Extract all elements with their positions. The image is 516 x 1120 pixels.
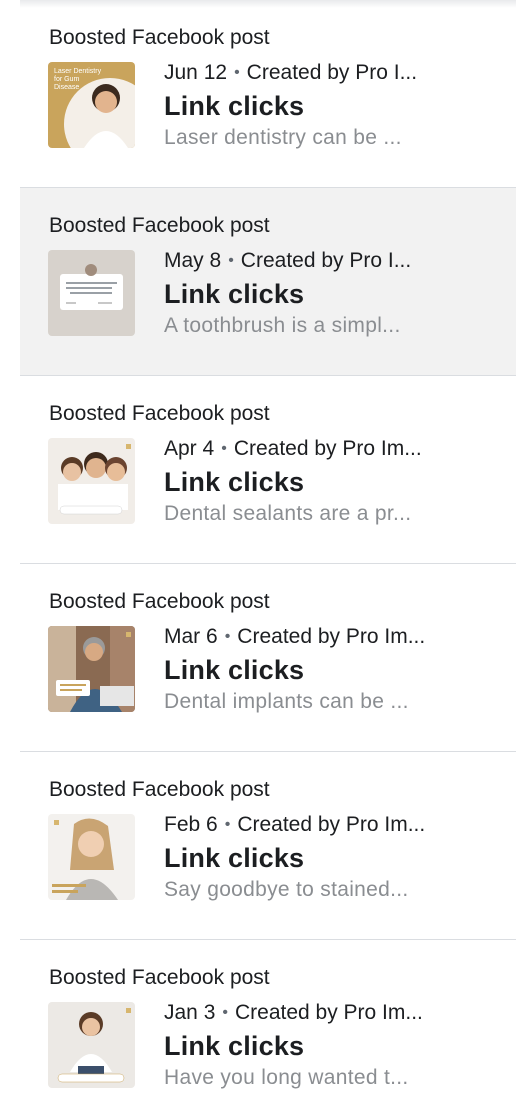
post-meta: Feb 6 • Created by Pro Im... [164, 813, 494, 837]
post-list-item[interactable]: Boosted Facebook post Feb 6 • Created by P… [20, 752, 516, 940]
post-creator: Created by Pro Im... [234, 1001, 423, 1024]
post-objective: Link clicks [164, 279, 305, 309]
post-thumbnail[interactable] [48, 438, 135, 524]
post-preview-text: Dental sealants are a pr... [164, 502, 412, 525]
post-thumbnail[interactable] [48, 250, 135, 336]
post-date: Jan 3 [164, 1001, 216, 1024]
post-type-label: Boosted Facebook post [49, 778, 270, 801]
post-list-item[interactable]: Boosted Facebook post Laser Dentistry fo… [20, 0, 516, 188]
post-preview-text: Dental implants can be ... [164, 690, 409, 713]
thumbnail-caption: Laser Dentistry for Gum Disease [54, 68, 102, 91]
post-list: Boosted Facebook post Laser Dentistry fo… [0, 0, 516, 1120]
separator-dot: • [234, 64, 240, 81]
post-list-item[interactable]: Boosted Facebook post Jan 3 • Created by P… [20, 940, 516, 1120]
post-thumbnail[interactable] [48, 626, 135, 712]
post-date: Mar 6 [164, 625, 218, 648]
post-type-label: Boosted Facebook post [49, 214, 270, 237]
post-objective: Link clicks [164, 1031, 305, 1061]
post-list-item[interactable]: Boosted Facebook post May 8 • Created by P… [20, 188, 516, 376]
post-thumbnail[interactable] [48, 814, 135, 900]
post-date: Apr 4 [164, 437, 215, 460]
post-type-label: Boosted Facebook post [49, 402, 270, 425]
separator-dot: • [224, 628, 231, 645]
post-meta: May 8 • Created by Pro I... [164, 249, 494, 273]
post-preview-text: Have you long wanted t... [164, 1066, 409, 1089]
post-objective: Link clicks [164, 467, 305, 497]
post-meta: Mar 6 • Created by Pro Im... [164, 625, 494, 649]
post-type-label: Boosted Facebook post [49, 966, 270, 989]
post-creator: Created by Pro I... [240, 249, 412, 272]
boosted-posts-panel: Boosted Facebook post Laser Dentistry fo… [0, 0, 516, 1120]
post-date: May 8 [164, 249, 222, 272]
separator-dot: • [224, 816, 231, 833]
post-type-label: Boosted Facebook post [49, 26, 270, 49]
post-thumbnail[interactable] [48, 1002, 135, 1088]
post-preview-text: Laser dentistry can be ... [164, 126, 402, 149]
post-date: Feb 6 [164, 813, 218, 836]
post-creator: Created by Pro I... [246, 61, 418, 84]
post-thumbnail[interactable]: Laser Dentistry for Gum Disease [48, 62, 135, 148]
post-creator: Created by Pro Im... [237, 813, 426, 836]
post-preview-text: Say goodbye to stained... [164, 878, 409, 901]
post-list-item[interactable]: Boosted Facebook post Apr 4 • Created by P… [20, 376, 516, 564]
separator-dot: • [228, 252, 234, 269]
post-preview-text: A toothbrush is a simpl... [164, 314, 401, 337]
post-objective: Link clicks [164, 655, 305, 685]
separator-dot: • [222, 1004, 228, 1021]
post-objective: Link clicks [164, 843, 305, 873]
post-list-item[interactable]: Boosted Facebook post Mar 6 • Created by… [20, 564, 516, 752]
post-objective: Link clicks [164, 91, 305, 121]
post-date: Jun 12 [164, 61, 228, 84]
post-meta: Apr 4 • Created by Pro Im... [164, 437, 494, 461]
post-meta: Jan 3 • Created by Pro Im... [164, 1001, 494, 1025]
separator-dot: • [221, 440, 227, 457]
post-creator: Created by Pro Im... [233, 437, 422, 460]
post-meta: Jun 12 • Created by Pro I... [164, 61, 494, 85]
post-creator: Created by Pro Im... [237, 625, 426, 648]
post-type-label: Boosted Facebook post [49, 590, 270, 613]
